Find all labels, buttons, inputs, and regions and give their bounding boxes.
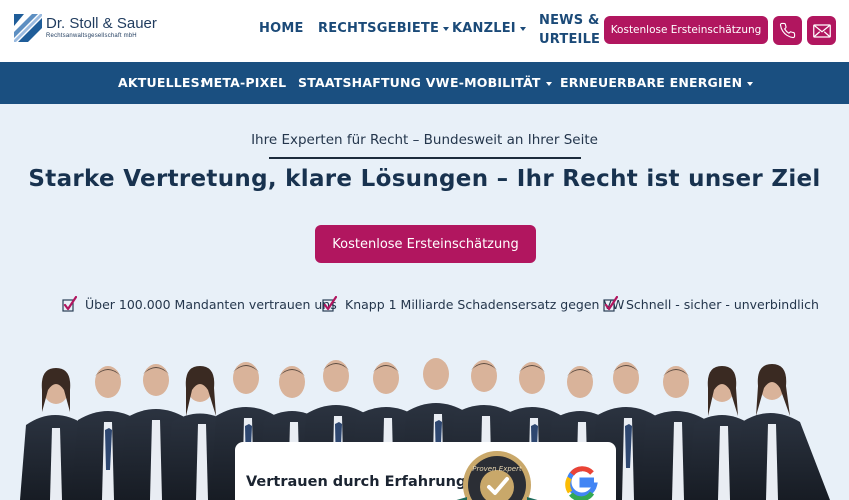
chevron-down-icon [545, 81, 552, 86]
feature-text: Schnell - sicher - unverbindlich [626, 297, 819, 312]
phone-icon [779, 22, 796, 39]
chevron-down-icon [443, 26, 450, 31]
mail-button[interactable] [807, 16, 836, 45]
nav-home[interactable]: HOME [259, 21, 304, 36]
feature-text: Knapp 1 Milliarde Schadensersatz gegen V… [345, 297, 625, 312]
hero-eyebrow: Ihre Experten für Recht – Bundesweit an … [251, 132, 598, 148]
header-cta-button[interactable]: Kostenlose Ersteinschätzung [604, 16, 768, 44]
logo-mark-icon [14, 14, 42, 42]
eyebrow-underline [269, 157, 581, 159]
feature-item: Knapp 1 Milliarde Schadensersatz gegen V… [322, 296, 624, 313]
news-bar: AKTUELLES: META-PIXEL STAATSHAFTUNG VW E… [0, 62, 849, 104]
nav-news-label-line2: URTEILE [539, 32, 601, 47]
hero-cta-button[interactable]: Kostenlose Ersteinschätzung [315, 225, 536, 263]
logo-name: Dr. Stoll & Sauer [46, 15, 157, 32]
nav-rechtsgebiete[interactable]: RECHTSGEBIETE [318, 21, 450, 36]
chevron-down-icon [747, 81, 754, 86]
top-header: Dr. Stoll & Sauer Rechtsanwaltsgesellsch… [0, 0, 849, 62]
phone-button[interactable] [773, 16, 802, 45]
feature-item: Schnell - sicher - unverbindlich [603, 296, 819, 313]
google-logo[interactable] [563, 466, 601, 500]
feature-item: Über 100.000 Mandanten vertrauen uns [62, 296, 337, 313]
news-link-label: E-MOBILITÄT [450, 75, 541, 90]
nav-rechtsgebiete-label: RECHTSGEBIETE [318, 21, 440, 36]
news-link-label: META-PIXEL [201, 75, 287, 90]
news-link-erneuerbare-energien[interactable]: ERNEUERBARE ENERGIEN [560, 75, 754, 90]
proven-expert-badge[interactable]: Proven Expert [445, 447, 549, 500]
checkbox-check-icon [603, 296, 618, 312]
logo-subtitle: Rechtsanwaltsgesellschaft mbH [46, 33, 137, 39]
hero-headline: Starke Vertretung, klare Lösungen – Ihr … [28, 166, 821, 192]
chevron-down-icon [519, 26, 526, 31]
mail-icon [812, 23, 831, 38]
news-bar-prefix: AKTUELLES: [118, 75, 206, 90]
checkbox-check-icon [62, 296, 77, 312]
badge-text: Proven Expert [472, 465, 522, 473]
news-link-e-mobilitaet[interactable]: E-MOBILITÄT [450, 75, 552, 90]
trust-card: Vertrauen durch Erfahrung: Proven Expert [235, 442, 616, 500]
news-link-label: ERNEUERBARE ENERGIEN [560, 75, 743, 90]
nav-news-urteile[interactable]: NEWS & URTEILE [539, 11, 600, 49]
nav-kanzlei-label: KANZLEI [452, 21, 516, 36]
nav-kanzlei[interactable]: KANZLEI [452, 21, 526, 36]
news-link-label: STAATSHAFTUNG VW [298, 75, 450, 90]
nav-home-label: HOME [259, 21, 304, 36]
news-link-staatshaftung-vw[interactable]: STAATSHAFTUNG VW [298, 75, 450, 90]
nav-news-label-line1: NEWS & [539, 13, 600, 28]
news-link-meta-pixel[interactable]: META-PIXEL [201, 75, 286, 90]
checkbox-check-icon [322, 296, 337, 312]
logo[interactable]: Dr. Stoll & Sauer Rechtsanwaltsgesellsch… [14, 14, 157, 42]
trust-label: Vertrauen durch Erfahrung: [246, 474, 473, 490]
feature-text: Über 100.000 Mandanten vertrauen uns [85, 297, 337, 312]
